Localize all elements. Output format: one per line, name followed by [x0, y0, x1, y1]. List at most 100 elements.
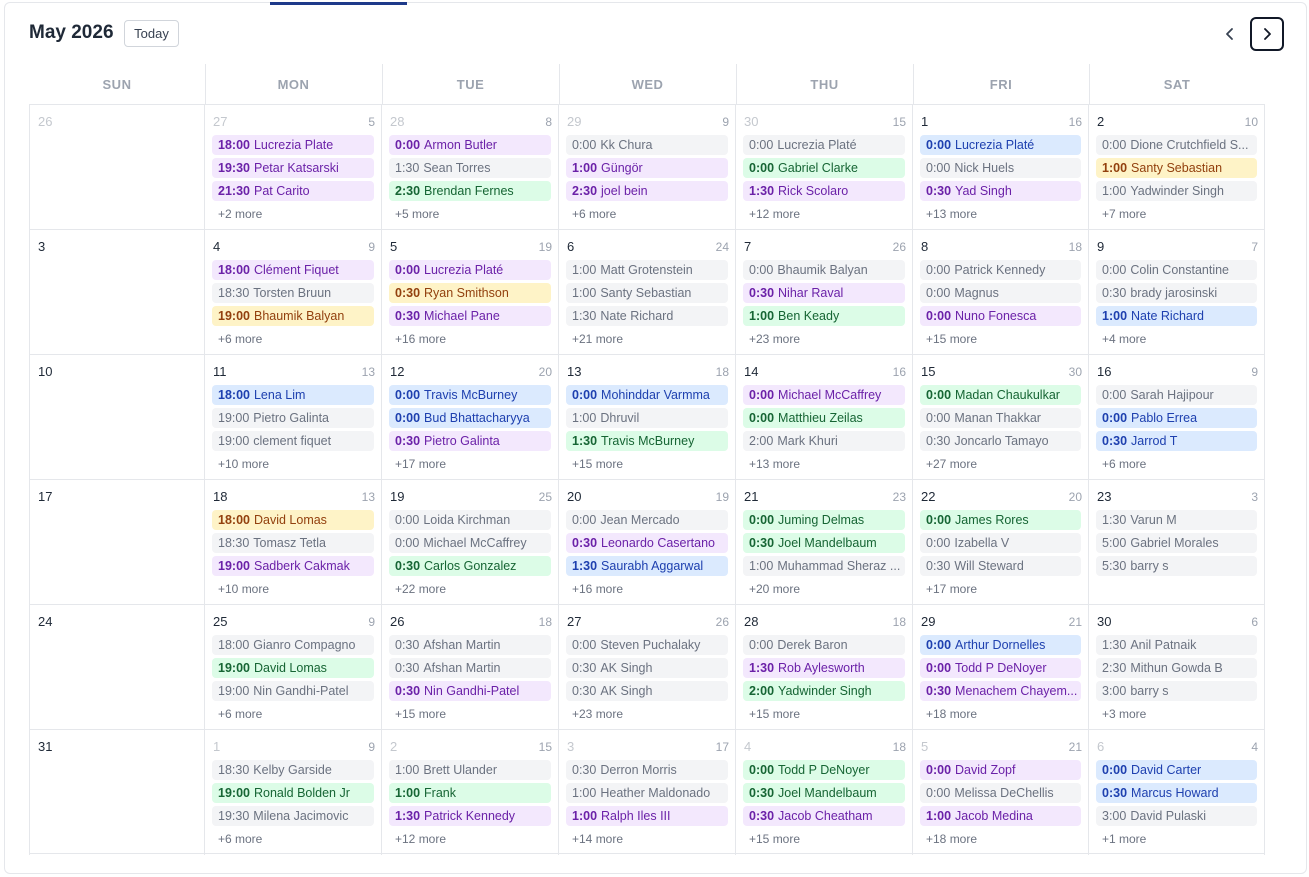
event-chip[interactable]: 18:00 David Lomas — [212, 510, 374, 530]
event-chip[interactable]: 0:00 Derek Baron — [743, 635, 905, 655]
event-chip[interactable]: 18:00 Lucrezia Plate — [212, 135, 374, 155]
event-chip[interactable]: 0:30 Joncarlo Tamayo — [920, 431, 1081, 451]
day-cell[interactable]: 6 24 1:00 Matt Grotenstein 1:00 Santy Sebasti… — [559, 230, 736, 355]
event-chip[interactable]: 0:00 Lucrezia Platé — [743, 135, 905, 155]
day-cell[interactable]: 7 26 0:00 Bhaumik Balyan 0:30 Nihar Raval 1:00… — [736, 230, 913, 355]
event-chip[interactable]: 1:00 Santy Sebastian — [1096, 158, 1257, 178]
event-chip[interactable]: 0:00 David Zopf — [920, 760, 1081, 780]
event-chip[interactable]: 0:00 David Carter — [1096, 760, 1257, 780]
event-chip[interactable]: 0:00 Lucrezia Platé — [389, 260, 551, 280]
more-events-link[interactable]: +5 more — [395, 207, 439, 221]
event-chip[interactable]: 0:30 brady jarosinski — [1096, 283, 1257, 303]
event-chip[interactable]: 19:00 David Lomas — [212, 658, 374, 678]
day-cell[interactable]: 26 — [29, 105, 205, 230]
event-chip[interactable]: 0:30 Nin Gandhi-Patel — [389, 681, 551, 701]
event-chip[interactable]: 0:00 Patrick Kennedy — [920, 260, 1081, 280]
more-events-link[interactable]: +17 more — [395, 457, 446, 471]
event-chip[interactable]: 2:30 joel bein — [566, 181, 728, 201]
more-events-link[interactable]: +23 more — [749, 332, 800, 346]
more-events-link[interactable]: +3 more — [1102, 707, 1146, 721]
event-chip[interactable]: 0:30 Joel Mandelbaum — [743, 533, 905, 553]
event-chip[interactable]: 18:30 Kelby Garside — [212, 760, 374, 780]
more-events-link[interactable]: +10 more — [218, 457, 269, 471]
event-chip[interactable]: 1:30 Nate Richard — [566, 306, 728, 326]
event-chip[interactable]: 1:00 Güngör — [566, 158, 728, 178]
event-chip[interactable]: 0:00 Todd P DeNoyer — [920, 658, 1081, 678]
event-chip[interactable]: 0:00 Mohinddar Varmma — [566, 385, 728, 405]
event-chip[interactable]: 2:00 Mark Khuri — [743, 431, 905, 451]
event-chip[interactable]: 19:00 Pietro Galinta — [212, 408, 374, 428]
event-chip[interactable]: 0:00 Travis McBurney — [389, 385, 551, 405]
event-chip[interactable]: 0:30 Michael Pane — [389, 306, 551, 326]
day-cell[interactable]: 15 30 0:00 Madan Chaukulkar 0:00 Manan Thakka… — [913, 355, 1089, 480]
event-chip[interactable]: 0:00 Izabella V — [920, 533, 1081, 553]
event-chip[interactable]: 0:00 Matthieu Zeilas — [743, 408, 905, 428]
more-events-link[interactable]: +6 more — [218, 332, 262, 346]
event-chip[interactable]: 1:00 Muhammad Sheraz ... — [743, 556, 905, 576]
more-events-link[interactable]: +6 more — [1102, 457, 1146, 471]
more-events-link[interactable]: +18 more — [926, 707, 977, 721]
more-events-link[interactable]: +16 more — [572, 582, 623, 596]
event-chip[interactable]: 0:30 Jarrod T — [1096, 431, 1257, 451]
event-chip[interactable]: 1:00 Jacob Medina — [920, 806, 1081, 826]
event-chip[interactable]: 0:30 Joel Mandelbaum — [743, 783, 905, 803]
day-cell[interactable]: 29 9 0:00 Kk Chura 1:00 Güngör 2:30 joel bein +6… — [559, 105, 736, 230]
day-cell[interactable]: 4 9 18:00 Clément Fiquet 18:30 Torsten Bruun 1… — [205, 230, 382, 355]
event-chip[interactable]: 1:30 Varun M — [1096, 510, 1257, 530]
event-chip[interactable]: 1:00 Yadwinder Singh — [1096, 181, 1257, 201]
more-events-link[interactable]: +4 more — [1102, 332, 1146, 346]
day-cell[interactable]: 22 20 0:00 James Rores 0:00 Izabella V 0:30 Wil… — [913, 480, 1089, 605]
more-events-link[interactable]: +7 more — [1102, 207, 1146, 221]
event-chip[interactable]: 0:00 Armon Butler — [389, 135, 551, 155]
event-chip[interactable]: 1:00 Santy Sebastian — [566, 283, 728, 303]
event-chip[interactable]: 0:30 Pietro Galinta — [389, 431, 551, 451]
day-cell[interactable]: 23 3 1:30 Varun M 5:00 Gabriel Morales 5:30 bar… — [1089, 480, 1265, 605]
event-chip[interactable]: 0:00 Colin Constantine — [1096, 260, 1257, 280]
more-events-link[interactable]: +18 more — [926, 832, 977, 846]
event-chip[interactable]: 5:30 barry s — [1096, 556, 1257, 576]
event-chip[interactable]: 0:00 Todd P DeNoyer — [743, 760, 905, 780]
day-cell[interactable]: 16 9 0:00 Sarah Hajipour 0:00 Pablo Errea 0:30… — [1089, 355, 1265, 480]
day-cell[interactable]: 4 18 0:00 Todd P DeNoyer 0:30 Joel Mandelbaum… — [736, 730, 913, 855]
event-chip[interactable]: 1:00 Ralph Iles III — [566, 806, 728, 826]
event-chip[interactable]: 2:00 Yadwinder Singh — [743, 681, 905, 701]
event-chip[interactable]: 0:30 AK Singh — [566, 681, 728, 701]
event-chip[interactable]: 1:00 Matt Grotenstein — [566, 260, 728, 280]
day-cell[interactable]: 27 26 0:00 Steven Puchalaky 0:30 AK Singh 0:30… — [559, 605, 736, 730]
day-cell[interactable]: 3 17 0:30 Derron Morris 1:00 Heather Maldonad… — [559, 730, 736, 855]
day-cell[interactable]: 5 21 0:00 David Zopf 0:00 Melissa DeChellis 1:… — [913, 730, 1089, 855]
day-cell[interactable]: 17 — [29, 480, 205, 605]
event-chip[interactable]: 0:00 Lucrezia Platé — [920, 135, 1081, 155]
event-chip[interactable]: 21:30 Pat Carito — [212, 181, 374, 201]
more-events-link[interactable]: +21 more — [572, 332, 623, 346]
more-events-link[interactable]: +6 more — [572, 207, 616, 221]
more-events-link[interactable]: +12 more — [749, 207, 800, 221]
event-chip[interactable]: 19:30 Petar Katsarski — [212, 158, 374, 178]
event-chip[interactable]: 18:30 Tomasz Tetla — [212, 533, 374, 553]
event-chip[interactable]: 0:30 Derron Morris — [566, 760, 728, 780]
day-cell[interactable]: 6 4 0:00 David Carter 0:30 Marcus Howard 3:00 D… — [1089, 730, 1265, 855]
event-chip[interactable]: 0:00 Sarah Hajipour — [1096, 385, 1257, 405]
event-chip[interactable]: 19:00 clement fiquet — [212, 431, 374, 451]
day-cell[interactable]: 19 25 0:00 Loida Kirchman 0:00 Michael McCaff… — [382, 480, 559, 605]
more-events-link[interactable]: +15 more — [926, 332, 977, 346]
day-cell[interactable]: 11 13 18:00 Lena Lim 19:00 Pietro Galinta 19:0… — [205, 355, 382, 480]
event-chip[interactable]: 1:00 Nate Richard — [1096, 306, 1257, 326]
day-cell[interactable]: 28 18 0:00 Derek Baron 1:30 Rob Aylesworth 2:0… — [736, 605, 913, 730]
event-chip[interactable]: 0:30 Marcus Howard — [1096, 783, 1257, 803]
day-cell[interactable]: 1 16 0:00 Lucrezia Platé 0:00 Nick Huels 0:30 Y… — [913, 105, 1089, 230]
day-cell[interactable]: 18 13 18:00 David Lomas 18:30 Tomasz Tetla 19:… — [205, 480, 382, 605]
previous-month-button[interactable] — [1214, 18, 1246, 50]
day-cell[interactable]: 30 6 1:30 Anil Patnaik 2:30 Mithun Gowda B 3:0… — [1089, 605, 1265, 730]
event-chip[interactable]: 0:30 Afshan Martin — [389, 635, 551, 655]
event-chip[interactable]: 0:30 Nihar Raval — [743, 283, 905, 303]
event-chip[interactable]: 0:00 Gabriel Clarke — [743, 158, 905, 178]
day-cell[interactable]: 13 18 0:00 Mohinddar Varmma 1:00 Dhruvil 1:30 T… — [559, 355, 736, 480]
event-chip[interactable]: 0:00 Manan Thakkar — [920, 408, 1081, 428]
event-chip[interactable]: 0:00 Magnus — [920, 283, 1081, 303]
event-chip[interactable]: 1:00 Brett Ulander — [389, 760, 551, 780]
event-chip[interactable]: 18:00 Lena Lim — [212, 385, 374, 405]
day-cell[interactable]: 28 8 0:00 Armon Butler 1:30 Sean Torres 2:30 Br… — [382, 105, 559, 230]
more-events-link[interactable]: +27 more — [926, 457, 977, 471]
event-chip[interactable]: 5:00 Gabriel Morales — [1096, 533, 1257, 553]
